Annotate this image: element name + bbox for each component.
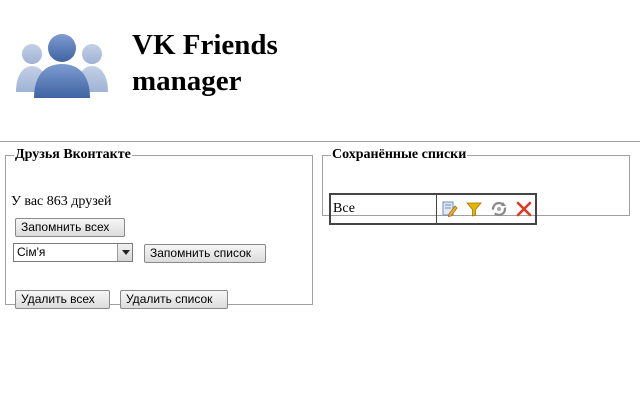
friends-panel-legend: Друзья Вконтакте — [15, 147, 131, 162]
header: VK Friends manager — [0, 0, 640, 140]
list-actions-cell — [436, 193, 537, 225]
friends-count-prefix: У вас — [11, 194, 44, 209]
people-group-icon — [16, 34, 108, 98]
friends-count-value: 863 — [46, 194, 68, 209]
friends-count-suffix: друзей — [71, 194, 112, 209]
sync-icon[interactable] — [490, 200, 508, 218]
chevron-down-icon[interactable] — [117, 244, 132, 261]
filter-icon[interactable] — [465, 200, 483, 218]
friends-count-text: У вас 863 друзей — [11, 194, 111, 210]
saved-lists-legend: Сохранённые списки — [332, 147, 467, 162]
app-title-line2: manager — [132, 65, 242, 97]
friends-panel: Друзья Вконтакте У вас 863 друзей Запомн… — [5, 147, 313, 309]
saved-lists-table: Все — [329, 193, 537, 225]
app-title: VK Friends manager — [132, 27, 352, 99]
save-list-button[interactable]: Запомнить список — [144, 244, 266, 263]
list-name-cell[interactable]: Все — [329, 193, 437, 225]
friend-group-select[interactable]: Сім'я — [13, 243, 133, 262]
table-row: Все — [329, 193, 537, 225]
app-title-line1: VK Friends — [132, 29, 278, 61]
delete-list-button[interactable]: Удалить список — [120, 290, 228, 309]
save-all-button[interactable]: Запомнить всех — [15, 218, 125, 237]
edit-icon[interactable] — [440, 200, 458, 218]
header-divider — [0, 141, 640, 142]
friend-group-select-value: Сім'я — [17, 245, 46, 259]
delete-all-button[interactable]: Удалить всех — [15, 290, 110, 309]
saved-lists-panel: Сохранённые списки Все — [322, 147, 630, 225]
delete-icon[interactable] — [515, 200, 533, 218]
